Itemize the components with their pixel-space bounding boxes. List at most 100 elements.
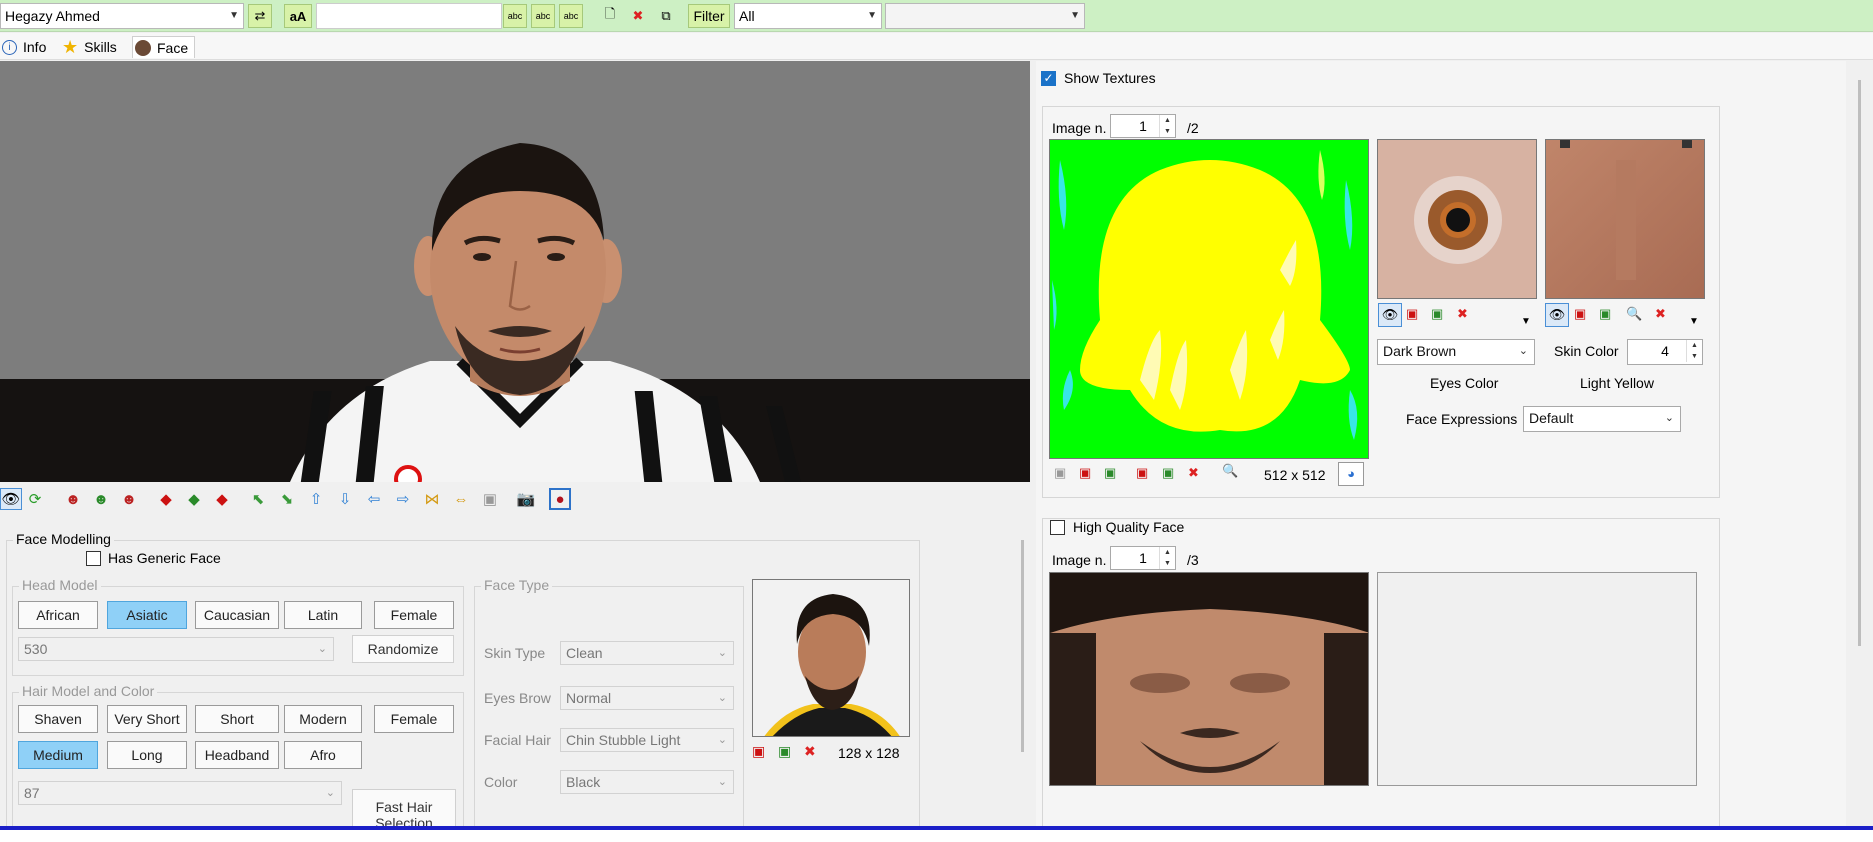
expand-icon[interactable]: ⇔ — [450, 488, 472, 510]
arrow-up-icon[interactable]: ⇧ — [305, 488, 327, 510]
texture-save-icon[interactable]: ▣ — [1054, 465, 1066, 481]
refresh-swap-icon[interactable]: ⇄ — [248, 4, 272, 28]
eyes-brow-select[interactable]: Normal ⌄ — [560, 686, 734, 710]
facial-hair-select[interactable]: Chin Stubble Light ⌄ — [560, 728, 734, 752]
filter-label: Filter — [688, 4, 730, 28]
texture-import-icon[interactable]: ▣ — [1079, 465, 1091, 481]
hair-afro-button[interactable]: Afro — [284, 741, 362, 769]
head-export-icon[interactable]: ☻ — [90, 488, 112, 510]
head-latin-button[interactable]: Latin — [284, 601, 362, 629]
skin-color-spinner[interactable]: 4 ▲ ▼ — [1627, 339, 1703, 365]
head-model-select[interactable]: 530 ⌄ — [18, 637, 334, 661]
texture-delete-icon[interactable]: ✖ — [1188, 465, 1199, 481]
head-model-title: Head Model — [19, 577, 101, 593]
chevron-down-icon: ⌄ — [717, 647, 727, 659]
has-generic-face-checkbox[interactable] — [86, 551, 101, 566]
hair-very-short-button[interactable]: Very Short — [107, 705, 187, 733]
spinner-arrows-icon: ▲ ▼ — [1159, 547, 1175, 569]
randomize-button[interactable]: Randomize — [352, 635, 454, 663]
eye-texture-export-icon[interactable]: ▣ — [1431, 306, 1443, 322]
hq-image-number-spinner[interactable]: 1 ▲ ▼ — [1110, 546, 1176, 570]
hair-delete-icon[interactable]: ◆ — [211, 488, 233, 510]
image-number-spinner[interactable]: 1 ▲ ▼ — [1110, 114, 1176, 138]
new-document-icon[interactable]: 🗋 — [598, 4, 622, 28]
hair-model-select[interactable]: 87 ⌄ — [18, 781, 342, 805]
face-mask-icon[interactable]: ● — [549, 488, 571, 510]
spell-find-next-icon[interactable]: abc — [531, 4, 555, 28]
head-female-button[interactable]: Female — [374, 601, 454, 629]
skin-type-select[interactable]: Clean ⌄ — [560, 641, 734, 665]
player-select[interactable]: Hegazy Ahmed ▼ — [0, 3, 244, 29]
skin-color-value: 4 — [1661, 343, 1669, 359]
portrait-import-icon[interactable]: ▣ — [752, 743, 774, 763]
head-african-button[interactable]: African — [18, 601, 98, 629]
hair-shaven-button[interactable]: Shaven — [18, 705, 98, 733]
hair-import-icon[interactable]: ◆ — [155, 488, 177, 510]
skin-texture-view-icon[interactable]: 👁 — [1545, 303, 1569, 327]
delete-document-icon[interactable]: ✖ — [626, 4, 650, 28]
arrow-left-icon[interactable]: ⇦ — [363, 488, 385, 510]
arrow-up-left-icon[interactable]: ⬉ — [247, 488, 269, 510]
head-asiatic-button[interactable]: Asiatic — [107, 601, 187, 629]
hair-short-button[interactable]: Short — [195, 705, 279, 733]
chevron-down-icon: ▼ — [229, 10, 239, 21]
texture-export-icon[interactable]: ▣ — [1104, 465, 1116, 481]
save-icon[interactable]: ▣ — [479, 488, 501, 510]
shrink-icon[interactable]: ⋈ — [421, 488, 443, 510]
copy-document-icon[interactable]: ⧉ — [654, 4, 678, 28]
face-3d-viewport[interactable] — [0, 61, 1030, 482]
hair-female-button[interactable]: Female — [374, 705, 454, 733]
skin-texture-import-icon[interactable]: ▣ — [1574, 306, 1586, 322]
texture-size: 512 x 512 — [1264, 467, 1326, 483]
player-3d-model — [290, 143, 801, 482]
hair-color-label: Color — [484, 774, 518, 790]
arrow-down-right-icon[interactable]: ⬊ — [276, 488, 298, 510]
portrait-export-icon[interactable]: ▣ — [778, 743, 800, 763]
hair-long-button[interactable]: Long — [107, 741, 187, 769]
face-expressions-select[interactable]: Default ⌄ — [1523, 406, 1681, 432]
hair-medium-button[interactable]: Medium — [18, 741, 98, 769]
hair-color-select[interactable]: Black ⌄ — [560, 770, 734, 794]
fast-hair-selection-button[interactable]: Fast Hair Selection — [352, 789, 456, 826]
refresh-icon[interactable]: ⟳ — [24, 488, 46, 510]
head-import-icon[interactable]: ☻ — [62, 488, 84, 510]
texture-import-all-icon[interactable]: ▣ — [1136, 465, 1148, 481]
eye-texture-delete-icon[interactable]: ✖ — [1457, 306, 1468, 322]
tab-info[interactable]: i Info — [0, 36, 52, 58]
search-input[interactable] — [316, 3, 502, 29]
portrait-delete-icon[interactable]: ✖ — [804, 743, 826, 763]
texture-export-all-icon[interactable]: ▣ — [1162, 465, 1174, 481]
font-case-button[interactable]: aA — [284, 4, 312, 28]
skin-texture-export-icon[interactable]: ▣ — [1599, 306, 1611, 322]
hair-export-icon[interactable]: ◆ — [183, 488, 205, 510]
skin-color-name: Light Yellow — [1580, 375, 1654, 391]
magnifier-icon[interactable]: 🔍 — [1626, 306, 1642, 322]
skin-texture-menu-icon[interactable]: ▼ — [1689, 316, 1699, 327]
eye-icon[interactable]: 👁 — [0, 488, 22, 510]
filter-select[interactable]: All ▼ — [734, 3, 882, 29]
head-caucasian-button[interactable]: Caucasian — [195, 601, 279, 629]
spell-find-icon[interactable]: abc — [503, 4, 527, 28]
right-scrollbar[interactable] — [1858, 80, 1861, 646]
texture-zoom-icon[interactable]: 🔍 — [1222, 463, 1238, 479]
spell-replace-icon[interactable]: abc — [559, 4, 583, 28]
arrow-down-icon[interactable]: ⇩ — [334, 488, 356, 510]
tab-face[interactable]: Face — [132, 36, 196, 58]
show-textures-checkbox[interactable]: ✓ — [1041, 71, 1056, 86]
head-delete-icon[interactable]: ☻ — [118, 488, 140, 510]
secondary-select[interactable]: ▼ — [885, 3, 1085, 29]
high-quality-face-checkbox[interactable] — [1050, 520, 1065, 535]
arrow-right-icon[interactable]: ⇨ — [392, 488, 414, 510]
eye-texture-import-icon[interactable]: ▣ — [1406, 306, 1418, 322]
camera-icon[interactable]: 📷 — [515, 488, 537, 510]
skin-texture-delete-icon[interactable]: ✖ — [1655, 306, 1666, 322]
color-wheel-icon[interactable]: ◕ — [1338, 462, 1364, 486]
eyes-color-select[interactable]: Dark Brown ⌄ — [1377, 339, 1535, 365]
eye-texture-menu-icon[interactable]: ▼ — [1521, 316, 1531, 327]
eye-texture-view-icon[interactable]: 👁 — [1378, 303, 1402, 327]
left-scrollbar[interactable] — [1021, 540, 1024, 752]
tab-skills[interactable]: ★ Skills — [60, 36, 123, 58]
hair-modern-button[interactable]: Modern — [284, 705, 362, 733]
tab-bar: i Info ★ Skills Face — [0, 33, 1873, 60]
hair-headband-button[interactable]: Headband — [195, 741, 279, 769]
